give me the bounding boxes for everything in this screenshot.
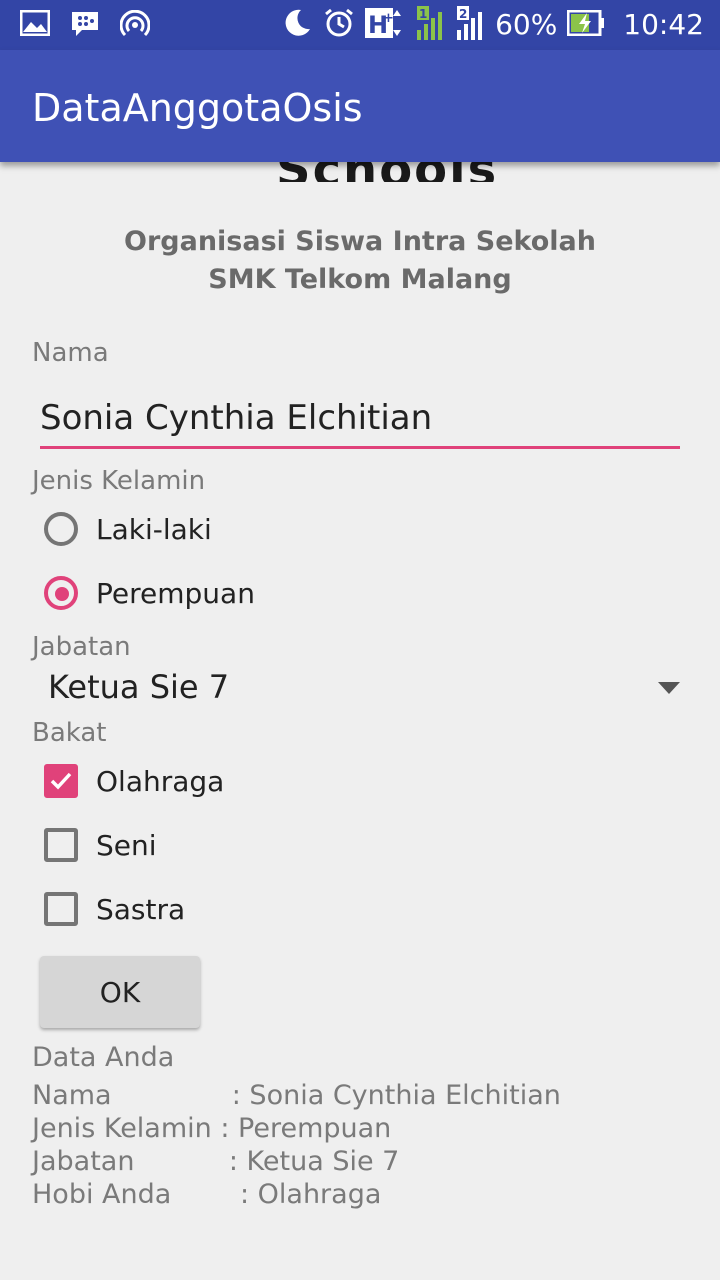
radio-laki-laki[interactable]: Laki-laki [44, 512, 212, 546]
radio-button-unchecked[interactable] [44, 512, 78, 546]
status-bar: H + 1 2 60% 10:42 [0, 0, 720, 50]
clock: 10:42 [623, 8, 704, 41]
radio-perempuan[interactable]: Perempuan [44, 576, 255, 610]
hotspot-icon [119, 9, 151, 44]
svg-text:1: 1 [419, 7, 427, 21]
ok-button[interactable]: OK [40, 956, 200, 1028]
checkbox-unchecked[interactable] [44, 892, 78, 926]
alarm-icon [323, 7, 355, 43]
checkbox-olahraga[interactable]: Olahraga [44, 764, 224, 798]
nama-input[interactable] [40, 390, 680, 449]
checkbox-label: Seni [96, 828, 157, 862]
summary-gender: Jenis Kelamin : Perempuan [32, 1113, 392, 1144]
summary-jabatan: Jabatan : Ketua Sie 7 [32, 1146, 400, 1177]
checkmark-icon [50, 772, 72, 790]
signal2-icon: 2 [455, 6, 485, 44]
radio-label: Perempuan [96, 576, 255, 610]
bbm-icon [70, 10, 100, 44]
summary-nama: Nama : Sonia Cynthia Elchitian [32, 1080, 561, 1111]
radio-button-checked[interactable] [44, 576, 78, 610]
gender-label: Jenis Kelamin [32, 466, 206, 496]
gallery-icon [19, 9, 51, 44]
summary-title: Data Anda [32, 1042, 175, 1073]
svg-text:2: 2 [459, 7, 467, 21]
signal1-icon: 1 [415, 6, 445, 44]
checkbox-sastra[interactable]: Sastra [44, 892, 185, 926]
form-content[interactable]: Schools Organisasi Siswa Intra Sekolah S… [0, 142, 720, 1280]
app-title: DataAnggotaOsis [32, 86, 363, 130]
app-bar: DataAnggotaOsis [0, 50, 720, 162]
moon-icon [281, 7, 313, 43]
checkbox-label: Sastra [96, 892, 186, 926]
nama-label: Nama [32, 338, 109, 368]
bakat-label: Bakat [32, 718, 107, 748]
checkbox-unchecked[interactable] [44, 828, 78, 862]
org-name: Organisasi Siswa Intra Sekolah [124, 226, 596, 257]
battery-icon [566, 9, 605, 40]
dropdown-arrow-icon[interactable] [658, 682, 680, 694]
svg-text:+: + [383, 11, 394, 26]
school-name: SMK Telkom Malang [208, 264, 512, 295]
battery-percent: 60% [495, 8, 558, 41]
jabatan-label: Jabatan [32, 632, 131, 662]
jabatan-spinner[interactable]: Ketua Sie 7 [48, 668, 680, 712]
jabatan-selected: Ketua Sie 7 [48, 668, 230, 706]
radio-label: Laki-laki [96, 512, 212, 546]
checkbox-seni[interactable]: Seni [44, 828, 157, 862]
summary-hobi: Hobi Anda : Olahraga [32, 1179, 382, 1210]
hplus-icon: H + [365, 6, 405, 44]
checkbox-label: Olahraga [96, 764, 225, 798]
checkbox-checked[interactable] [44, 764, 78, 798]
